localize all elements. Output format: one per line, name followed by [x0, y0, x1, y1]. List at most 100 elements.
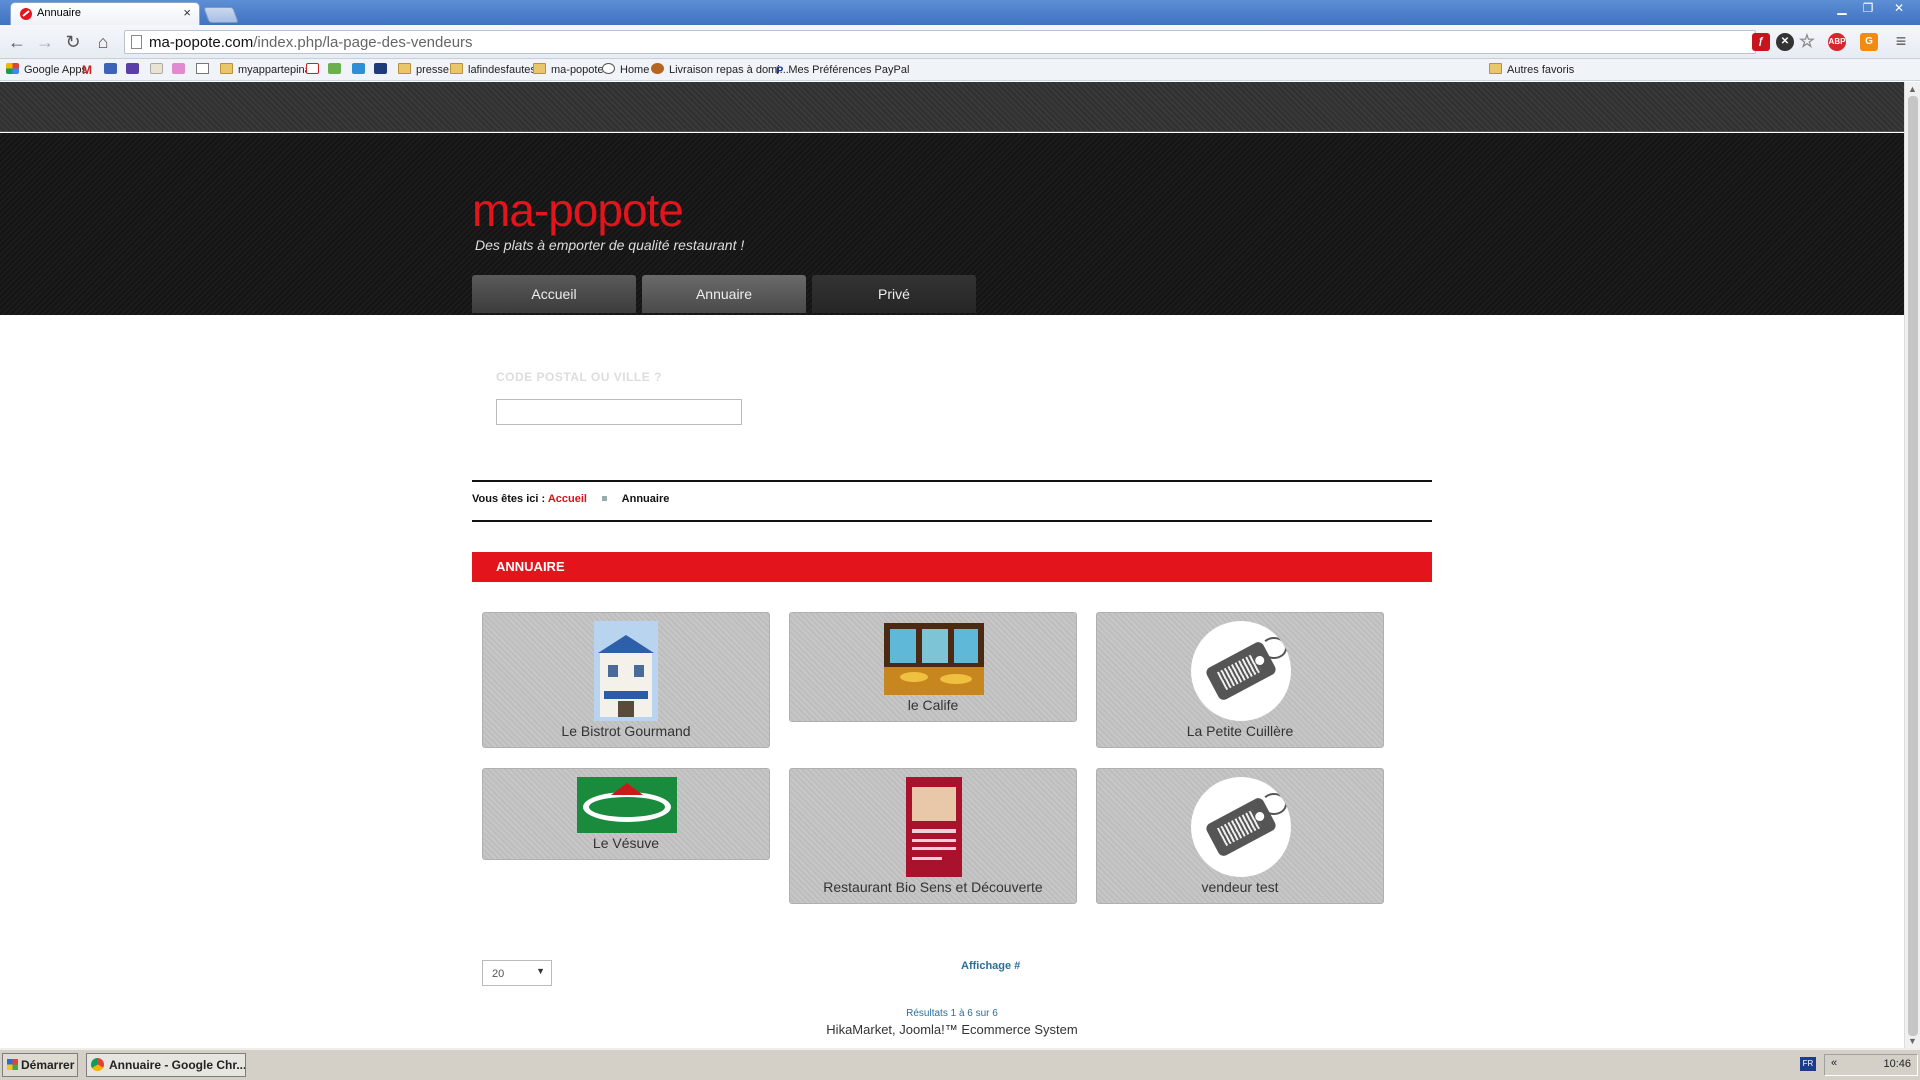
new-tab-button[interactable] — [203, 7, 239, 23]
flash-extension-icon[interactable]: ƒ — [1752, 33, 1770, 51]
powered-by: HikaMarket, Joomla!™ Ecommerce System — [826, 1022, 1078, 1037]
bookmark-folder-ma-popote[interactable]: ma-popote — [533, 62, 604, 78]
scroll-up-icon[interactable]: ▲ — [1908, 84, 1917, 94]
adblock-icon[interactable]: ABP — [1828, 33, 1846, 51]
reload-icon[interactable]: ↻ — [62, 32, 84, 52]
os-taskbar: Démarrer Annuaire - Google Chr... FR « 1… — [0, 1048, 1920, 1080]
bookmark-icon-chat[interactable] — [352, 62, 370, 78]
bookmark-livraison[interactable]: Livraison repas à domi... — [651, 62, 789, 78]
start-label: Démarrer — [21, 1058, 75, 1072]
apps-grid-icon — [6, 63, 19, 74]
menu-item-accueil[interactable]: Accueil — [472, 275, 636, 313]
bookmark-label: ma-popote — [551, 64, 604, 76]
window-minimize-icon[interactable]: ▁ — [1830, 0, 1854, 18]
bookmark-folder-presse[interactable]: presse — [398, 62, 449, 78]
breadcrumb-link-accueil[interactable]: Accueil — [548, 493, 587, 505]
items-per-page-select[interactable]: 20 ▼ — [482, 960, 552, 986]
bookmark-label: Livraison repas à domi... — [669, 64, 789, 76]
bookmark-star-icon[interactable]: ☆ — [1798, 32, 1816, 51]
vendor-name[interactable]: vendeur test — [1097, 879, 1383, 895]
bookmark-icon-doc[interactable] — [150, 62, 168, 78]
price-tag-icon — [1191, 621, 1291, 721]
page-icon — [131, 35, 142, 49]
home-icon[interactable]: ⌂ — [92, 32, 114, 52]
vendor-card-vesuve[interactable]: Le Vésuve — [482, 768, 770, 860]
vendor-card-bistrot[interactable]: Le Bistrot Gourmand — [482, 612, 770, 748]
page-scrollbar[interactable]: ▲ ▼ — [1904, 82, 1920, 1048]
bookmark-paypal[interactable]: P Mes Préférences PayPal — [776, 62, 909, 78]
vendor-card-petite-cuillere[interactable]: La Petite Cuillère — [1096, 612, 1384, 748]
clock[interactable]: 10:46 — [1883, 1058, 1911, 1070]
bookmark-home[interactable]: Home — [602, 62, 649, 78]
browser-tab[interactable]: Annuaire × — [10, 2, 200, 25]
vendor-card-vendeur-test[interactable]: vendeur test — [1096, 768, 1384, 904]
vendor-name[interactable]: le Calife — [790, 697, 1076, 713]
bookmark-folder-myappartepinal[interactable]: myappartepinal — [220, 62, 313, 78]
site-header: ma-popote Des plats à emporter de qualit… — [0, 133, 1904, 315]
folder-icon — [220, 63, 233, 74]
breadcrumb-prefix: Vous êtes ici : — [472, 493, 546, 505]
bookmark-label: Autres favoris — [1507, 64, 1575, 76]
section-title: ANNUAIRE — [496, 559, 565, 574]
breadcrumb-current: Annuaire — [621, 493, 670, 505]
taskbar-chrome-window[interactable]: Annuaire - Google Chr... — [86, 1053, 246, 1077]
vendor-name[interactable]: Restaurant Bio Sens et Découverte — [790, 879, 1076, 895]
breadcrumb: Vous êtes ici : Accueil Annuaire — [472, 493, 669, 505]
bookmark-icon-pink[interactable] — [172, 62, 190, 78]
vendor-name[interactable]: La Petite Cuillère — [1097, 723, 1383, 739]
scroll-down-icon[interactable]: ▼ — [1908, 1036, 1917, 1046]
start-button[interactable]: Démarrer — [2, 1053, 78, 1077]
bookmark-icon-tv[interactable] — [374, 62, 392, 78]
bookmark-label: Google Apps — [24, 64, 87, 76]
menu-item-annuaire[interactable]: Annuaire — [642, 275, 806, 313]
bookmark-icon-f[interactable] — [306, 62, 324, 78]
price-tag-icon — [1191, 777, 1291, 877]
vendor-card-calife[interactable]: le Calife — [789, 612, 1077, 722]
url-text[interactable]: ma-popote.com/index.php/la-page-des-vend… — [149, 34, 473, 51]
folder-icon — [398, 63, 411, 74]
dropdown-arrow-icon: ▼ — [536, 966, 545, 976]
window-close-icon[interactable]: ✕ — [1884, 0, 1914, 18]
building-photo — [594, 621, 658, 721]
bookmark-icon-rss[interactable] — [126, 62, 144, 78]
gmail-bookmark-icon[interactable]: M — [82, 62, 97, 78]
bookmark-folder-lafindesfautes[interactable]: lafindesfautes — [450, 62, 536, 78]
folder-icon — [1489, 63, 1502, 74]
scrollbar-thumb[interactable] — [1908, 96, 1918, 1036]
tab-close-icon[interactable]: × — [183, 5, 191, 20]
block-extension-icon[interactable]: ✕ — [1776, 33, 1794, 51]
system-tray: « 10:46 — [1824, 1054, 1918, 1076]
bookmark-label: Mes Préférences PayPal — [788, 64, 910, 76]
language-indicator[interactable]: FR — [1800, 1057, 1816, 1071]
browser-toolbar: ← → ↻ ⌂ ma-popote.com/index.php/la-page-… — [0, 25, 1920, 59]
bookmark-label: presse — [416, 64, 450, 76]
forward-arrow-icon[interactable]: → — [34, 32, 56, 52]
section-header: ANNUAIRE — [472, 552, 1432, 582]
breadcrumb-separator-icon — [602, 496, 608, 502]
bookmark-icon-blue[interactable] — [104, 62, 122, 78]
bookmark-icon-map[interactable] — [328, 62, 346, 78]
site-favicon-icon — [20, 8, 32, 20]
vendor-card-bio-sens[interactable]: Restaurant Bio Sens et Découverte — [789, 768, 1077, 904]
mail-icon[interactable] — [196, 62, 214, 78]
extension-g-icon[interactable]: G — [1860, 33, 1878, 51]
restaurant-interior-photo — [884, 623, 984, 695]
site-logo[interactable]: ma-popote — [472, 183, 684, 237]
browser-menu-icon[interactable]: ≡ — [1892, 32, 1910, 51]
postal-code-search-input[interactable] — [496, 399, 742, 425]
vendor-name[interactable]: Le Vésuve — [483, 835, 769, 851]
breadcrumb-top-rule — [472, 480, 1432, 482]
window-maximize-icon[interactable]: ❐ — [1856, 0, 1880, 18]
tray-expand-icon[interactable]: « — [1831, 1057, 1837, 1069]
browser-titlebar: Annuaire × ▁ ❐ ✕ — [0, 0, 1920, 25]
bookmark-google-apps[interactable]: Google Apps — [6, 62, 87, 78]
menu-flyer — [906, 777, 962, 877]
home-page-icon — [602, 63, 615, 74]
vendor-name[interactable]: Le Bistrot Gourmand — [483, 723, 769, 739]
search-label: CODE POSTAL OU VILLE ? — [496, 370, 662, 384]
menu-item-prive[interactable]: Privé — [812, 275, 976, 313]
address-bar[interactable]: ma-popote.com/index.php/la-page-des-vend… — [124, 30, 1756, 54]
bookmark-folder-autres-favoris[interactable]: Autres favoris — [1489, 62, 1574, 78]
tab-title: Annuaire — [37, 7, 82, 19]
back-arrow-icon[interactable]: ← — [6, 32, 28, 52]
